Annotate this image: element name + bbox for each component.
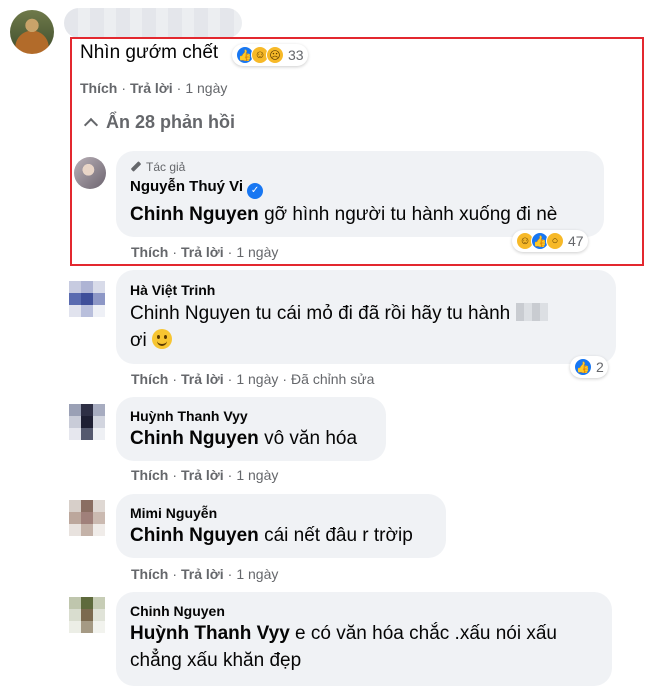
avatar[interactable] (69, 404, 105, 440)
comment-actions: Thích · Trả lời · 1 ngày (131, 566, 279, 582)
avatar[interactable] (10, 10, 54, 54)
comment-bubble: Mimi Nguyễn Chinh Nguyen cái nết đâu r t… (116, 494, 446, 558)
comment-text-line2: chẳng xấu khăn đẹp (130, 650, 302, 671)
like-link[interactable]: Thích (131, 467, 168, 483)
edited-label[interactable]: Đã chỉnh sửa (291, 371, 374, 387)
comment-author[interactable]: Mimi Nguyễn (130, 505, 432, 521)
reaction-count: 2 (596, 359, 604, 375)
comment-time[interactable]: 1 ngày (236, 467, 278, 483)
comment-time[interactable]: 1 ngày (236, 371, 278, 387)
blurred-word (515, 303, 548, 321)
comment-text-line2: ơi (130, 330, 147, 351)
avatar[interactable] (69, 597, 105, 633)
smile-emoji-icon (151, 329, 172, 349)
reply-link[interactable]: Trả lời (181, 371, 224, 387)
comment-text: cái nết đâu r trờip (264, 525, 413, 546)
blurred-author-name (64, 8, 242, 38)
comment-bubble: Huỳnh Thanh Vyy Chinh Nguyen vô văn hóa (116, 397, 386, 461)
comment-text: vô văn hóa (264, 428, 358, 449)
mention-link[interactable]: Huỳnh Thanh Vyy (130, 623, 290, 644)
avatar[interactable] (69, 500, 105, 536)
reply-link[interactable]: Trả lời (181, 566, 224, 582)
comment-bubble: Chinh Nguyen Huỳnh Thanh Vyy e có văn hó… (116, 592, 612, 686)
comment-bubble: Hà Việt Trinh Chinh Nguyen tu cái mỏ đi … (116, 270, 616, 364)
like-reaction-icon: 👍 (574, 358, 592, 376)
comment-author[interactable]: Hà Việt Trinh (130, 282, 602, 298)
comment-reactions[interactable]: 👍 2 (570, 356, 608, 378)
comment-author[interactable]: Huỳnh Thanh Vyy (130, 408, 372, 424)
like-link[interactable]: Thích (131, 371, 168, 387)
mention-link[interactable]: Chinh Nguyen (130, 525, 259, 546)
highlight-box (70, 37, 644, 266)
mention-link[interactable]: Chinh Nguyen (130, 428, 259, 449)
comment-text: tu cái mỏ đi đã rồi hãy tu hành (255, 303, 511, 324)
comment-time[interactable]: 1 ngày (236, 566, 278, 582)
comment-actions: Thích · Trả lời · 1 ngày · Đã chỉnh sửa (131, 371, 375, 387)
comment-actions: Thích · Trả lời · 1 ngày (131, 467, 279, 483)
avatar[interactable] (69, 281, 105, 317)
comment-text: e có văn hóa chắc .xấu nói xấu (295, 623, 558, 644)
mention-link[interactable]: Chinh Nguyen (130, 303, 250, 324)
like-link[interactable]: Thích (131, 566, 168, 582)
comment-author[interactable]: Chinh Nguyen (130, 603, 598, 619)
reply-link[interactable]: Trả lời (181, 467, 224, 483)
